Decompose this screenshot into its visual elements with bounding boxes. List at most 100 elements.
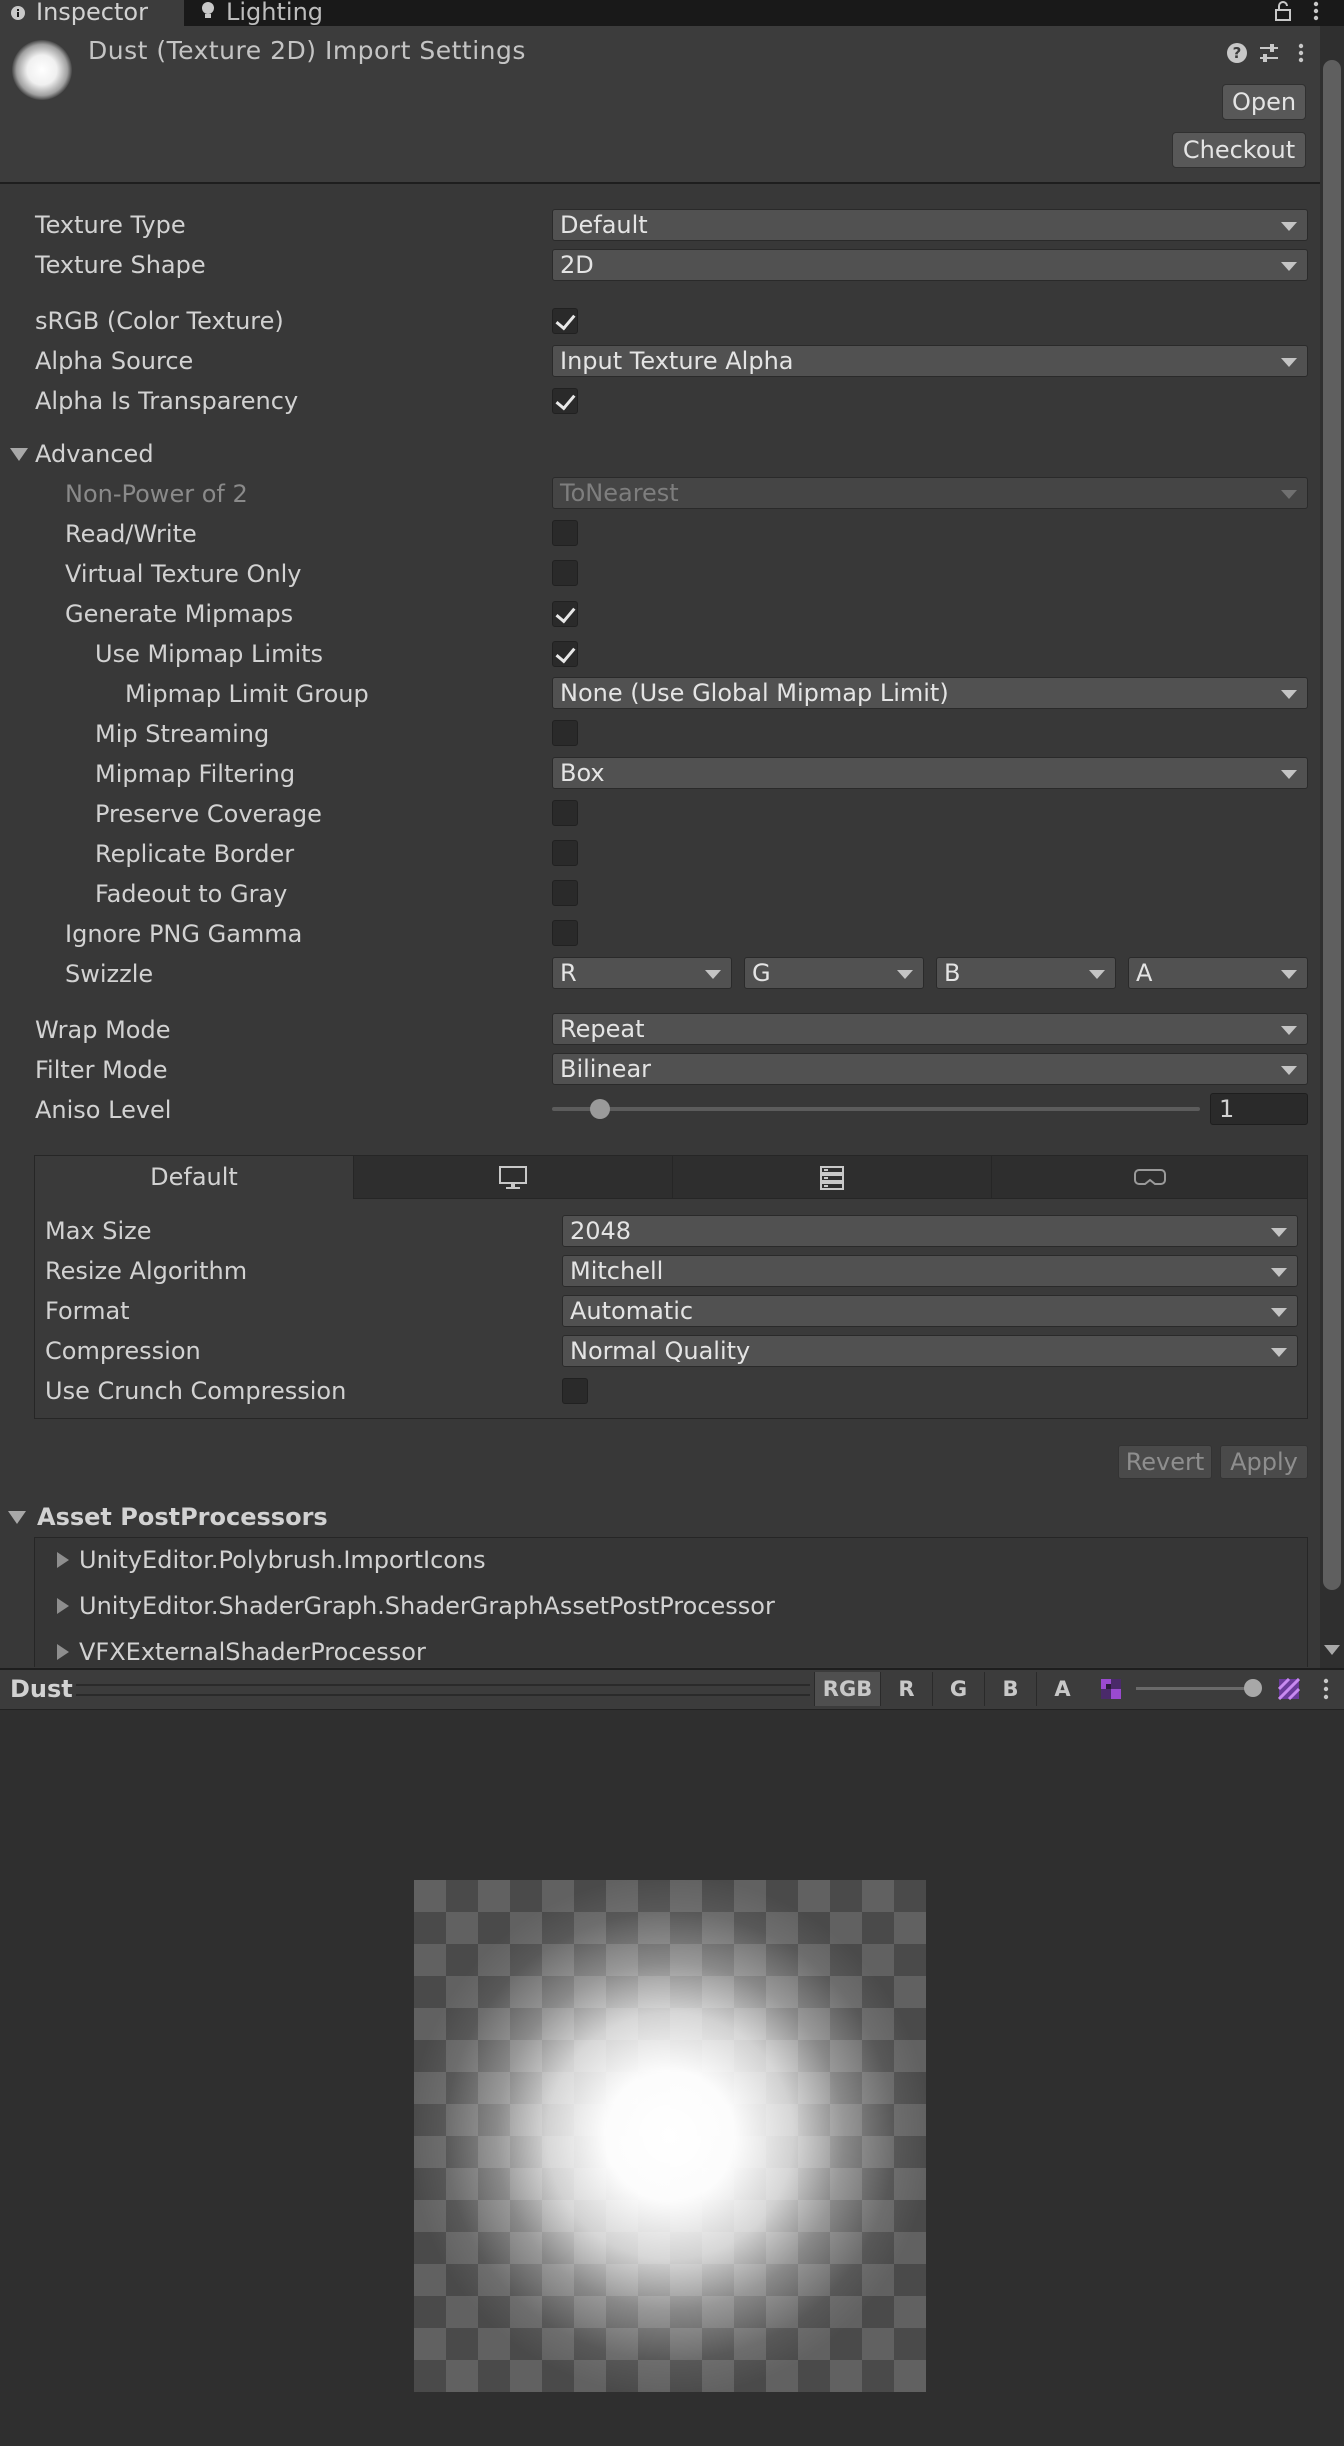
texture-shape-dropdown[interactable]: 2D (552, 249, 1308, 281)
alpha-source-dropdown[interactable]: Input Texture Alpha (552, 345, 1308, 377)
tab-inspector[interactable]: Inspector (0, 0, 184, 26)
tab-lighting[interactable]: Lighting (190, 0, 340, 26)
revert-button[interactable]: Revert (1118, 1445, 1212, 1479)
format-value: Automatic (570, 1297, 694, 1325)
postprocessors-foldout[interactable]: Asset PostProcessors (37, 1501, 328, 1533)
svg-text:?: ? (1233, 44, 1242, 62)
texture-type-label: Texture Type (35, 211, 186, 239)
checkmark-icon (555, 309, 576, 331)
channel-a-button[interactable]: A (1036, 1672, 1088, 1706)
help-icon[interactable]: ? (1224, 42, 1250, 68)
advanced-foldout-arrow-icon[interactable] (10, 448, 28, 461)
platform-tab-standalone[interactable] (353, 1155, 673, 1199)
mip-level-slider-handle[interactable] (1244, 1679, 1262, 1697)
info-icon (10, 1, 26, 25)
platform-tab-xr[interactable] (991, 1155, 1308, 1199)
expand-arrow-icon[interactable] (57, 1644, 69, 1660)
aniso-level-slider-track[interactable] (552, 1107, 1200, 1111)
postprocessors-foldout-arrow-icon[interactable] (8, 1511, 26, 1524)
resize-algorithm-dropdown[interactable]: Mitchell (562, 1255, 1298, 1287)
vr-headset-icon (1133, 1169, 1166, 1185)
platform-tab-server[interactable] (672, 1155, 992, 1199)
open-button[interactable]: Open (1222, 84, 1306, 120)
compression-dropdown[interactable]: Normal Quality (562, 1335, 1298, 1367)
texture-type-dropdown[interactable]: Default (552, 209, 1308, 241)
preserve-coverage-label: Preserve Coverage (95, 800, 322, 828)
chevron-down-icon (1281, 262, 1297, 271)
aniso-level-slider-handle[interactable] (590, 1099, 610, 1119)
wrap-mode-label: Wrap Mode (35, 1016, 171, 1044)
resize-algorithm-label: Resize Algorithm (45, 1257, 248, 1285)
alpha-is-transparency-label: Alpha Is Transparency (35, 387, 299, 415)
format-dropdown[interactable]: Automatic (562, 1295, 1298, 1327)
preview-menu-icon[interactable] (1316, 1674, 1336, 1704)
mipmap-filtering-dropdown[interactable]: Box (552, 757, 1308, 789)
ignore-png-gamma-label: Ignore PNG Gamma (65, 920, 303, 948)
chevron-down-icon (1281, 1066, 1297, 1075)
swizzle-r-dropdown[interactable]: R (552, 957, 732, 989)
preserve-coverage-checkbox[interactable] (552, 800, 578, 826)
lock-icon[interactable] (1272, 0, 1298, 24)
swizzle-a-dropdown[interactable]: A (1128, 957, 1308, 989)
swizzle-b-dropdown[interactable]: B (936, 957, 1116, 989)
presets-icon[interactable] (1256, 42, 1282, 68)
srgb-checkbox[interactable] (552, 308, 578, 334)
swizzle-a-value: A (1136, 959, 1153, 987)
compression-value: Normal Quality (570, 1337, 751, 1365)
inspector-scrollbar-thumb[interactable] (1323, 60, 1341, 1590)
expand-arrow-icon[interactable] (57, 1598, 69, 1614)
channel-b-button[interactable]: B (984, 1672, 1036, 1706)
wrap-mode-dropdown[interactable]: Repeat (552, 1013, 1308, 1045)
list-item[interactable]: VFXExternalShaderProcessor (79, 1636, 426, 1667)
replicate-border-checkbox[interactable] (552, 840, 578, 866)
generate-mipmaps-checkbox[interactable] (552, 601, 578, 627)
alpha-is-transparency-checkbox[interactable] (552, 388, 578, 414)
apply-button[interactable]: Apply (1220, 1445, 1308, 1479)
preview-drag-handle[interactable] (76, 1684, 810, 1696)
mipmap-limit-group-value: None (Use Global Mipmap Limit) (560, 679, 949, 707)
use-mipmap-limits-checkbox[interactable] (552, 641, 578, 667)
swizzle-g-dropdown[interactable]: G (744, 957, 924, 989)
mipmap-limit-group-dropdown[interactable]: None (Use Global Mipmap Limit) (552, 677, 1308, 709)
channel-r-button[interactable]: R (880, 1672, 932, 1706)
virtual-texture-only-checkbox[interactable] (552, 560, 578, 586)
tab-menu-icon[interactable] (1306, 0, 1326, 24)
channel-g-button[interactable]: G (932, 1672, 984, 1706)
non-power-of-2-dropdown: ToNearest (552, 477, 1308, 509)
mip-small-icon[interactable] (1100, 1678, 1122, 1700)
alpha-source-value: Input Texture Alpha (560, 347, 794, 375)
checkout-button[interactable]: Checkout (1172, 132, 1306, 168)
aniso-level-input[interactable]: 1 (1210, 1093, 1308, 1125)
scroll-down-arrow-icon[interactable] (1324, 1645, 1340, 1655)
use-crunch-compression-checkbox[interactable] (562, 1378, 588, 1404)
srgb-label: sRGB (Color Texture) (35, 307, 284, 335)
wrap-mode-value: Repeat (560, 1015, 645, 1043)
read-write-checkbox[interactable] (552, 520, 578, 546)
fadeout-to-gray-checkbox[interactable] (552, 880, 578, 906)
non-power-of-2-value: ToNearest (560, 479, 679, 507)
channel-rgb-button[interactable]: RGB (814, 1672, 880, 1706)
advanced-foldout[interactable]: Advanced (35, 438, 154, 470)
mip-level-slider-track[interactable] (1136, 1687, 1260, 1690)
texture-shape-label: Texture Shape (35, 251, 206, 279)
filter-mode-value: Bilinear (560, 1055, 652, 1083)
preview-title: Dust (10, 1675, 73, 1703)
header-menu-icon[interactable] (1288, 42, 1314, 68)
tab-inspector-label: Inspector (36, 0, 148, 26)
chevron-down-icon (1281, 690, 1297, 699)
list-item[interactable]: UnityEditor.ShaderGraph.ShaderGraphAsset… (79, 1590, 775, 1622)
postprocessors-list: UnityEditor.Polybrush.ImportIcons UnityE… (34, 1537, 1308, 1667)
compression-label: Compression (45, 1337, 201, 1365)
list-item[interactable]: UnityEditor.Polybrush.ImportIcons (79, 1544, 486, 1576)
non-power-of-2-label: Non-Power of 2 (65, 480, 248, 508)
mip-streaming-checkbox[interactable] (552, 720, 578, 746)
filter-mode-dropdown[interactable]: Bilinear (552, 1053, 1308, 1085)
texture-shape-value: 2D (560, 251, 594, 279)
resize-algorithm-value: Mitchell (570, 1257, 664, 1285)
ignore-png-gamma-checkbox[interactable] (552, 920, 578, 946)
expand-arrow-icon[interactable] (57, 1552, 69, 1568)
chevron-down-icon (1281, 1026, 1297, 1035)
max-size-dropdown[interactable]: 2048 (562, 1215, 1298, 1247)
mip-large-icon[interactable] (1277, 1677, 1301, 1701)
platform-tab-default[interactable]: Default (34, 1155, 354, 1199)
